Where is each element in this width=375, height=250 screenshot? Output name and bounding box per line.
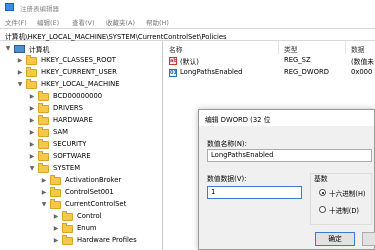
chevron-right-icon[interactable]: ▶ bbox=[28, 128, 36, 138]
address-bar[interactable]: 计算机\HKEY_LOCAL_MACHINE\SYSTEM\CurrentCon… bbox=[0, 28, 375, 41]
folder-open-icon bbox=[26, 79, 37, 89]
folder-open-icon bbox=[50, 199, 61, 209]
value-name-field[interactable]: LongPathsEnabled bbox=[207, 149, 372, 162]
chevron-right-icon[interactable]: ▶ bbox=[28, 152, 36, 162]
radio-hexadecimal[interactable]: 十六进制(H) bbox=[319, 188, 374, 198]
chevron-right-icon[interactable]: ▶ bbox=[28, 116, 36, 126]
dialog-title: 编辑 DWORD (32 位 bbox=[205, 116, 271, 124]
folder-icon bbox=[38, 127, 49, 137]
menu-bar: 文件(F) 编辑(E) 查看(V) 收藏夹(A) 帮助(H) bbox=[0, 14, 375, 28]
chevron-right-icon[interactable]: ▶ bbox=[40, 176, 48, 186]
folder-icon bbox=[38, 115, 49, 125]
value-data-input[interactable]: 1 bbox=[207, 186, 302, 199]
dword-value-icon: 01 bbox=[169, 69, 177, 77]
edit-dword-dialog: 编辑 DWORD (32 位 数值名称(N): LongPathsEnabled… bbox=[198, 109, 375, 250]
value-row[interactable]: 01 LongPathsEnabled REG_DWORD 0x000 bbox=[169, 68, 375, 79]
chevron-right-icon[interactable]: ▶ bbox=[52, 212, 60, 222]
chevron-right-icon[interactable]: ▶ bbox=[28, 104, 36, 114]
address-path[interactable]: 计算机\HKEY_LOCAL_MACHINE\SYSTEM\CurrentCon… bbox=[5, 31, 227, 41]
chevron-right-icon[interactable]: ▶ bbox=[28, 140, 36, 150]
menu-favorites[interactable]: 收藏夹(A) bbox=[106, 17, 135, 27]
folder-icon bbox=[26, 67, 37, 77]
title-bar: 注册表编辑器 bbox=[0, 0, 375, 14]
chevron-right-icon[interactable]: ▶ bbox=[16, 68, 24, 78]
chevron-down-icon[interactable]: ▼ bbox=[16, 80, 24, 90]
folder-icon bbox=[38, 103, 49, 113]
radio-selected-indicator[interactable] bbox=[319, 189, 326, 196]
folder-icon bbox=[62, 235, 73, 245]
chevron-right-icon[interactable]: ▶ bbox=[52, 224, 60, 234]
menu-help[interactable]: 帮助(H) bbox=[146, 17, 169, 27]
radio-unselected-indicator[interactable] bbox=[319, 206, 326, 213]
column-header-name[interactable]: 名称 bbox=[169, 44, 183, 54]
registry-tree[interactable]: ▼ 计算机 ▶ HKEY_CLASSES_ROOT ▶ HKEY_CURRENT… bbox=[0, 41, 163, 250]
column-divider[interactable] bbox=[345, 41, 346, 54]
chevron-down-icon[interactable]: ▼ bbox=[4, 44, 12, 54]
folder-icon bbox=[38, 91, 49, 101]
chevron-right-icon[interactable]: ▶ bbox=[28, 92, 36, 102]
dialog-title-bar[interactable]: 编辑 DWORD (32 位 bbox=[199, 110, 374, 126]
value-row[interactable]: ab (默认) REG_SZ (数值未 bbox=[169, 56, 375, 67]
folder-icon bbox=[50, 175, 61, 185]
column-header-data[interactable]: 数据 bbox=[351, 44, 365, 54]
chevron-right-icon[interactable]: ▶ bbox=[40, 188, 48, 198]
chevron-down-icon[interactable]: ▼ bbox=[28, 164, 36, 174]
chevron-down-icon[interactable]: ▼ bbox=[40, 200, 48, 210]
string-value-icon: ab bbox=[169, 57, 177, 65]
folder-icon bbox=[62, 223, 73, 233]
folder-icon bbox=[38, 139, 49, 149]
ok-button[interactable]: 确定 bbox=[315, 232, 355, 246]
cancel-button[interactable] bbox=[362, 232, 375, 246]
column-divider[interactable] bbox=[278, 41, 279, 54]
folder-open-icon bbox=[38, 163, 49, 173]
menu-view[interactable]: 查看(V) bbox=[72, 17, 95, 27]
menu-file[interactable]: 文件(F) bbox=[5, 17, 27, 27]
computer-icon bbox=[14, 45, 25, 53]
regedit-app-icon bbox=[5, 3, 14, 11]
menu-edit[interactable]: 编辑(E) bbox=[37, 17, 59, 27]
window-title: 注册表编辑器 bbox=[20, 5, 59, 13]
chevron-right-icon[interactable]: ▶ bbox=[16, 56, 24, 66]
chevron-right-icon[interactable]: ▶ bbox=[52, 236, 60, 246]
radio-decimal[interactable]: 十进制(D) bbox=[319, 205, 374, 215]
column-header-type[interactable]: 类型 bbox=[284, 44, 298, 54]
folder-icon bbox=[26, 55, 37, 65]
base-groupbox bbox=[310, 173, 372, 225]
folder-icon bbox=[38, 151, 49, 161]
value-data-label: 数值数据(V): bbox=[207, 175, 247, 183]
folder-icon bbox=[62, 211, 73, 221]
folder-icon bbox=[50, 187, 61, 197]
value-name-label: 数值名称(N): bbox=[207, 140, 247, 148]
